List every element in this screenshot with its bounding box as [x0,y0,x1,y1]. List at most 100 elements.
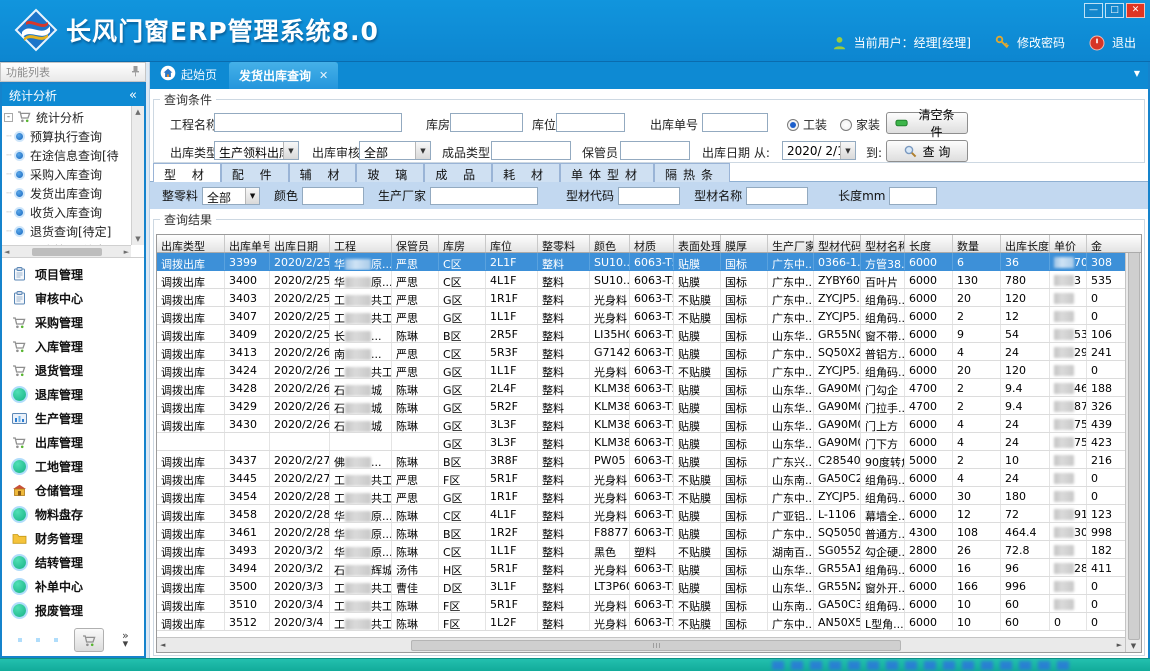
profile-code-input[interactable] [618,187,680,205]
whole-piece-select[interactable]: 全部▼ [202,187,260,205]
sidebar-section-item[interactable]: 出库管理 [2,430,144,454]
sidebar-section-item[interactable]: 退货管理 [2,358,144,382]
order-no-input[interactable] [702,113,768,132]
column-header[interactable]: 库位 [486,235,538,252]
date-from-select[interactable]: 2020/ 2/16▼ [782,141,856,160]
logout-link[interactable]: 退出 [1112,34,1136,51]
grid-horizontal-scrollbar[interactable]: ◄ ► [157,637,1125,652]
table-row[interactable]: G区3L3F整料KLM38176063-T5贴膜国标山东华...GA90M09.… [157,433,1125,451]
search-button[interactable]: 查 询 [886,140,968,162]
more-sections-icon[interactable]: »▾ [122,632,129,648]
table-row[interactable]: 调拨出库34302020/2/26石城陈琳G区3L3F整料KLM38176063… [157,415,1125,433]
tab-active[interactable]: 发货出库查询 ✕ [229,62,338,89]
sidebar-section-item[interactable]: 结转管理 [2,550,144,574]
sidebar-section-item[interactable]: 财务管理 [2,526,144,550]
material-tab[interactable]: 辅 材 [289,163,357,182]
table-row[interactable]: 调拨出库35102020/3/4工共工程陈琳F区5R1F整料光身料6063-T5… [157,595,1125,613]
tree-horizontal-scrollbar[interactable]: ◄► [2,245,131,257]
cart-icon[interactable] [74,628,104,652]
radio-industrial[interactable]: 工装 [787,116,827,133]
table-row[interactable]: 调拨出库34612020/2/28华原...陈琳B区1R2F整料F8877FT6… [157,523,1125,541]
tree-item[interactable]: ┄采购入库查询 [4,165,130,184]
column-header[interactable]: 整零料 [538,235,590,252]
column-header[interactable]: 库房 [439,235,486,252]
change-password-link[interactable]: 修改密码 [1017,34,1065,51]
scroll-down-icon[interactable]: ▼ [135,235,140,243]
grid-vertical-scrollbar[interactable]: ▲ ▼ [1125,235,1141,652]
table-row[interactable]: 调拨出库34372020/2/27佛...陈琳B区3R8F整料PW056063-… [157,451,1125,469]
tree-expander-icon[interactable]: - [4,113,13,122]
column-header[interactable]: 出库长度 [1001,235,1050,252]
grid-hscroll-thumb[interactable] [411,640,901,651]
scroll-down-icon[interactable]: ▼ [1131,642,1136,650]
column-header[interactable]: 工程 [330,235,392,252]
tree-vertical-scrollbar[interactable]: ▲▼ [131,106,144,245]
table-row[interactable]: 调拨出库34072020/2/25工共工程严思G区1L1F整料光身料6063-T… [157,307,1125,325]
table-row[interactable]: 调拨出库34582020/2/28华原...陈琳C区4L1F整料光身料6063-… [157,505,1125,523]
manufacturer-input[interactable] [430,187,538,205]
tree-root-item[interactable]: -统计分析 [4,108,130,127]
pin-icon[interactable] [131,65,140,80]
column-header[interactable]: 出库类型 [157,235,225,252]
sidebar-section-item[interactable]: 仓储管理 [2,478,144,502]
column-header[interactable]: 长度 [905,235,953,252]
table-row[interactable]: 调拨出库34132020/2/26南...严思C区5R3F整料G71422606… [157,343,1125,361]
close-icon[interactable]: ✕ [1126,3,1145,18]
scroll-left-icon[interactable]: ◄ [4,248,9,256]
table-row[interactable]: 调拨出库34452020/2/27工共工程严思F区5R1F整料光身料6063-T… [157,469,1125,487]
length-input[interactable] [889,187,937,205]
collapse-icon[interactable]: « [129,88,137,103]
table-row[interactable]: 调拨出库34032020/2/25工共工程严思G区1R1F整料光身料6063-T… [157,289,1125,307]
sidebar-section-item[interactable]: 报废管理 [2,598,144,622]
table-row[interactable]: 调拨出库34292020/2/26石城陈琳G区5R2F整料KLM38176063… [157,397,1125,415]
sidebar-section-item[interactable]: 采购管理 [2,310,144,334]
tree-item[interactable]: ┄预算执行查询 [4,127,130,146]
table-row[interactable]: 调拨出库34932020/3/2华原...陈琳C区1L1F整料黑色塑料不贴膜国标… [157,541,1125,559]
profile-name-input[interactable] [746,187,808,205]
grid-vscroll-thumb[interactable] [1128,247,1140,640]
table-row[interactable]: 调拨出库34542020/2/28工共工程严思G区1R1F整料光身料6063-T… [157,487,1125,505]
column-header[interactable]: 出库单号 [225,235,270,252]
material-tab[interactable]: 单体型材 [560,163,654,182]
warehouse-input[interactable] [450,113,523,132]
material-tab[interactable]: 成 品 [424,163,492,182]
column-header[interactable]: 材质 [630,235,674,252]
table-row[interactable]: 调拨出库33992020/2/25华原...严思C区2L1F整料SU10...6… [157,253,1125,271]
tab-close-icon[interactable]: ✕ [319,69,328,82]
table-row[interactable]: 调拨出库34092020/2/25长...陈琳B区2R5F整料LI35HO606… [157,325,1125,343]
table-row[interactable]: 调拨出库34282020/2/26石城陈琳G区2L4F整料KLM38176063… [157,379,1125,397]
tree-item[interactable]: ┄退货查询[待定] [4,222,130,241]
column-header[interactable]: 金 [1087,235,1142,252]
clear-conditions-button[interactable]: 清空条件 [886,112,968,134]
column-header[interactable]: 型材代码 [814,235,861,252]
color-input[interactable] [302,187,364,205]
column-header[interactable]: 保管员 [392,235,439,252]
tab-home[interactable]: 起始页 [150,65,229,89]
tree-item[interactable]: ┄收货入库查询 [4,203,130,222]
column-header[interactable]: 型材名称 [861,235,905,252]
material-tab[interactable]: 配 件 [221,163,289,182]
tree-item[interactable]: ┄在途信息查询[待 [4,146,130,165]
location-input[interactable] [556,113,625,132]
sidebar-section-item[interactable]: 生产管理 [2,406,144,430]
scroll-left-icon[interactable]: ◄ [160,641,165,649]
tree-scroll-thumb[interactable] [32,248,102,256]
product-type-input[interactable] [491,141,571,160]
sidebar-section-item[interactable]: 补单中心 [2,574,144,598]
radio-home[interactable]: 家装 [840,116,880,133]
sidebar-group-header[interactable]: 统计分析 « [2,84,144,106]
material-tab[interactable]: 型 材 [153,163,221,182]
column-header[interactable]: 生产厂家 [768,235,814,252]
audit-select[interactable]: 全部▼ [359,141,431,160]
sidebar-section-item[interactable]: 审核中心 [2,286,144,310]
table-row[interactable]: 调拨出库34942020/3/2石辉城汤伟H区5R1F整料光身料6063-T5贴… [157,559,1125,577]
material-tab[interactable]: 玻 璃 [356,163,424,182]
table-row[interactable]: 调拨出库34002020/2/25华原...严思C区4L1F整料SU10...6… [157,271,1125,289]
sidebar-section-item[interactable]: 入库管理 [2,334,144,358]
outbound-type-select[interactable]: 生产领料出库▼ [214,141,299,160]
scroll-right-icon[interactable]: ► [1117,641,1122,649]
sidebar-section-item[interactable]: 物料盘存 [2,502,144,526]
tab-overflow-icon[interactable]: ▼ [1134,69,1140,78]
tree-item[interactable]: ┄发货出库查询 [4,184,130,203]
maximize-icon[interactable]: □ [1105,3,1124,18]
